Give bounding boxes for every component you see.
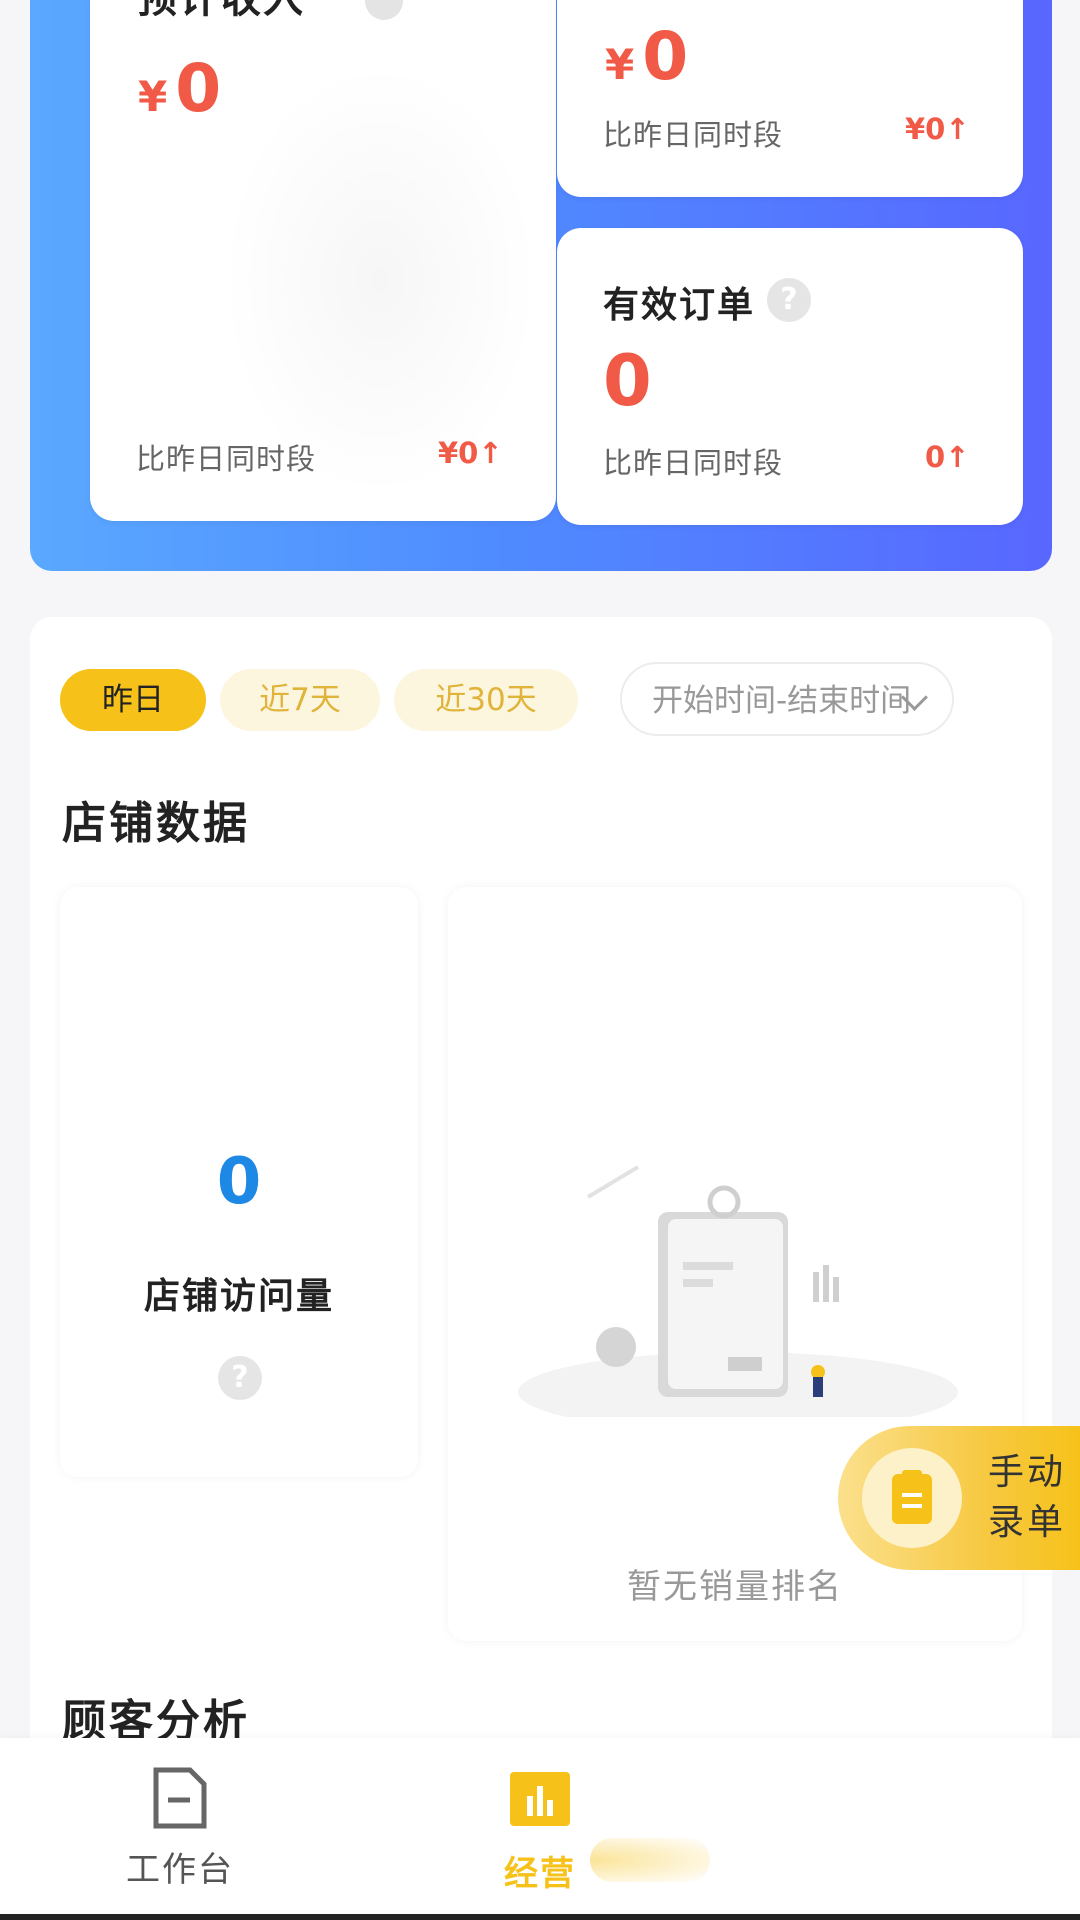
yen-symbol: ¥	[605, 40, 635, 89]
revenue-card[interactable]: 预计收入 ¥0 比昨日同时段 ¥0↑	[90, 0, 556, 521]
compare-label: 比昨日同时段	[136, 442, 317, 476]
compare-value: ¥0↑	[438, 436, 503, 470]
overview-banner: 预计收入 ¥0 比昨日同时段 ¥0↑ ¥0 比昨日同时段 ¥0↑ 有效订单 ? …	[30, 0, 1052, 571]
revenue-amount: ¥0	[138, 50, 221, 127]
tab-workbench-label: 工作台	[126, 1850, 234, 1890]
empty-illustration	[518, 1165, 958, 1417]
store-data-title: 店铺数据	[62, 798, 250, 849]
compare-value: 0↑	[925, 440, 970, 474]
orders-title: 有效订单	[603, 285, 756, 326]
tab-glow-decoration	[590, 1838, 710, 1882]
fab-line1: 手动	[988, 1452, 1067, 1493]
fab-line2: 录单	[988, 1502, 1067, 1543]
chip-yesterday[interactable]: 昨日	[60, 669, 206, 731]
compare-label: 比昨日同时段	[603, 118, 784, 152]
income-value: 0	[642, 18, 689, 95]
revenue-title: 预计收入	[137, 0, 305, 24]
compare-value: ¥0↑	[905, 112, 970, 146]
visits-label: 店铺访问量	[143, 1276, 334, 1317]
tab-business[interactable]: 经营	[480, 1770, 600, 1895]
document-icon	[153, 1767, 207, 1829]
date-range-placeholder: 开始时间-结束时间	[652, 683, 912, 719]
help-icon[interactable]: ?	[218, 1356, 262, 1400]
date-range-select[interactable]: 开始时间-结束时间	[620, 662, 954, 736]
visits-value: 0	[216, 1145, 262, 1219]
income-amount: ¥0	[605, 18, 688, 95]
store-visits-card[interactable]: 0 店铺访问量 ?	[60, 887, 418, 1477]
orders-card[interactable]: 有效订单 ? 0 比昨日同时段 0↑	[557, 228, 1023, 525]
manual-order-label: 手动 录单	[988, 1448, 1066, 1548]
clipboard-icon	[862, 1448, 962, 1548]
help-icon[interactable]	[365, 0, 403, 20]
tab-workbench[interactable]: 工作台	[120, 1766, 240, 1891]
revenue-value: 0	[175, 50, 222, 127]
chip-30-days[interactable]: 近30天	[394, 669, 578, 731]
manual-order-button[interactable]: 手动 录单	[838, 1426, 1080, 1570]
bar-chart-icon	[510, 1772, 570, 1826]
watermark-decoration	[220, 60, 540, 500]
orders-value: 0	[603, 340, 652, 422]
chip-7-days[interactable]: 近7天	[220, 669, 380, 731]
yen-symbol: ¥	[138, 72, 168, 121]
system-home-bar	[0, 1914, 1080, 1920]
stats-panel: 昨日 近7天 近30天 开始时间-结束时间 店铺数据 0 店铺访问量 ? 暂无销…	[30, 617, 1052, 1877]
tab-business-label: 经营	[504, 1854, 576, 1894]
help-icon[interactable]: ?	[767, 278, 811, 322]
bottom-tab-bar: 工作台 经营	[0, 1738, 1080, 1920]
compare-label: 比昨日同时段	[603, 446, 784, 480]
income-card[interactable]: ¥0 比昨日同时段 ¥0↑	[557, 0, 1023, 197]
